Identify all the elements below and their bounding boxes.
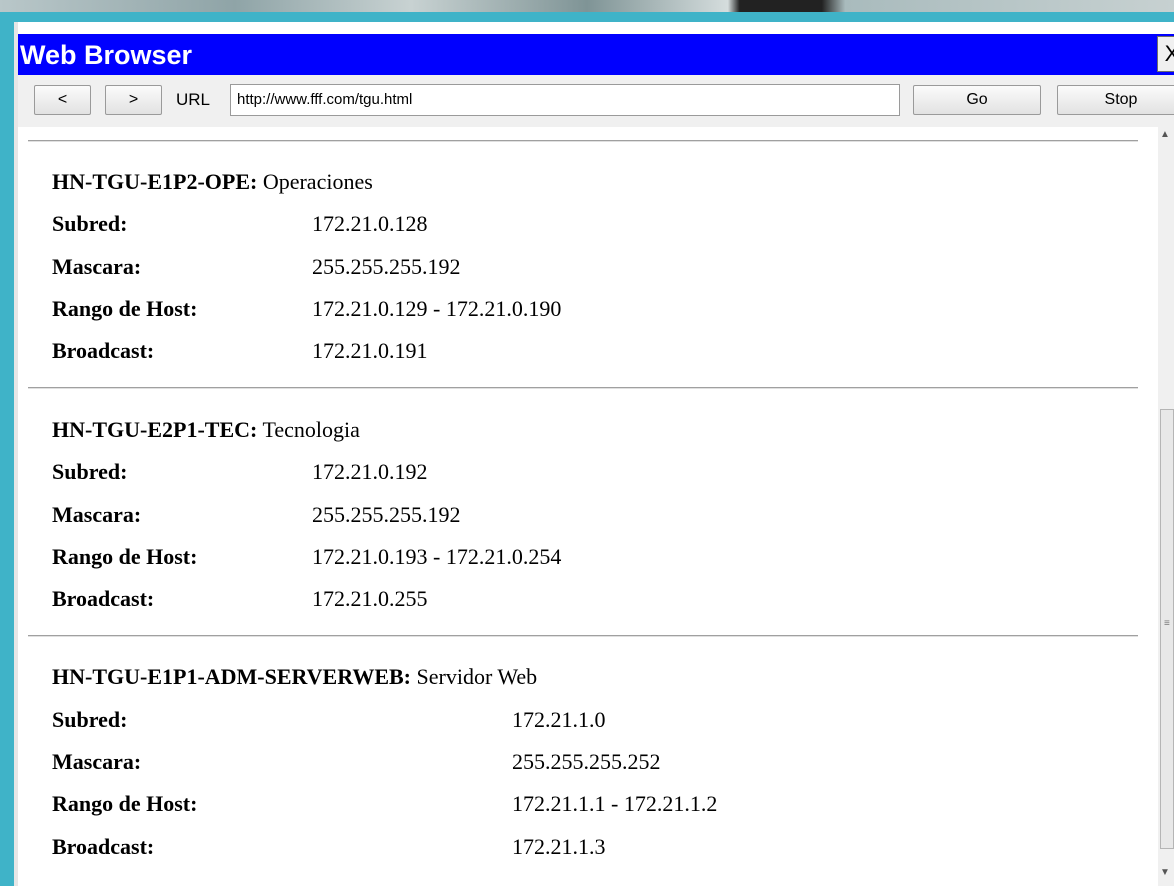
back-button[interactable]: < xyxy=(34,85,91,115)
url-label: URL xyxy=(176,90,211,109)
host-description: Tecnologia xyxy=(262,417,360,442)
go-button[interactable]: Go xyxy=(913,85,1041,115)
rango-value: 172.21.0.129 - 172.21.0.190 xyxy=(312,296,562,321)
subred-value: 172.21.0.192 xyxy=(312,459,428,484)
info-row: Broadcast: 172.21.0.255 xyxy=(52,586,428,612)
section-heading: HN-TGU-E1P2-OPE: Operaciones xyxy=(52,169,373,195)
info-row: Mascara: 255.255.255.252 xyxy=(52,749,661,775)
info-row: Rango de Host: 172.21.0.193 - 172.21.0.2… xyxy=(52,544,561,570)
info-row: Subred: 172.21.1.0 xyxy=(52,707,606,733)
mascara-value: 255.255.255.252 xyxy=(512,749,661,774)
title-bar[interactable]: Web Browser X xyxy=(18,34,1174,75)
url-input[interactable]: http://www.fff.com/tgu.html xyxy=(230,84,900,116)
mascara-label: Mascara: xyxy=(52,254,142,279)
subred-label: Subred: xyxy=(52,211,128,236)
host-description: Servidor Web xyxy=(416,664,538,689)
info-row: Mascara: 255.255.255.192 xyxy=(52,254,461,280)
stop-button[interactable]: Stop xyxy=(1057,85,1174,115)
rango-label: Rango de Host: xyxy=(52,544,198,569)
section-heading: HN-TGU-E1P1-ADM-SERVERWEB: Servidor Web xyxy=(52,664,537,690)
mascara-label: Mascara: xyxy=(52,502,142,527)
subred-value: 172.21.0.128 xyxy=(312,211,428,236)
rango-value: 172.21.1.1 - 172.21.1.2 xyxy=(512,791,718,816)
mascara-value: 255.255.255.192 xyxy=(312,254,461,279)
separator xyxy=(28,635,1138,637)
broadcast-value: 172.21.0.191 xyxy=(312,338,428,363)
scroll-grip-icon: ≡ xyxy=(1164,618,1170,629)
scroll-up-arrow-icon[interactable]: ▲ xyxy=(1160,129,1170,140)
section-heading: HN-TGU-E2P1-TEC: Tecnologia xyxy=(52,417,360,443)
broadcast-label: Broadcast: xyxy=(52,586,155,611)
info-row: Mascara: 255.255.255.192 xyxy=(52,502,461,528)
broadcast-label: Broadcast: xyxy=(52,834,155,859)
subred-label: Subred: xyxy=(52,707,128,732)
page-content: HN-TGU-E1P2-OPE: Operaciones Subred: 172… xyxy=(18,127,1158,886)
scroll-thumb[interactable]: ≡ xyxy=(1160,409,1174,849)
broadcast-label: Broadcast: xyxy=(52,338,155,363)
rango-value: 172.21.0.193 - 172.21.0.254 xyxy=(312,544,562,569)
subred-value: 172.21.1.0 xyxy=(512,707,606,732)
info-row: Rango de Host: 172.21.1.1 - 172.21.1.2 xyxy=(52,791,717,817)
vertical-scrollbar[interactable]: ▲ ≡ ▼ xyxy=(1158,127,1174,886)
info-row: Subred: 172.21.0.192 xyxy=(52,459,428,485)
mascara-label: Mascara: xyxy=(52,749,142,774)
separator xyxy=(28,140,1138,142)
close-button[interactable]: X xyxy=(1157,36,1174,72)
info-row: Broadcast: 172.21.0.191 xyxy=(52,338,428,364)
separator xyxy=(28,387,1138,389)
forward-button[interactable]: > xyxy=(105,85,162,115)
window-title: Web Browser xyxy=(20,40,193,70)
scroll-down-arrow-icon[interactable]: ▼ xyxy=(1160,867,1170,878)
info-row: Rango de Host: 172.21.0.129 - 172.21.0.1… xyxy=(52,296,561,322)
host-name: HN-TGU-E1P2-OPE: xyxy=(52,169,258,194)
broadcast-value: 172.21.1.3 xyxy=(512,834,606,859)
subred-label: Subred: xyxy=(52,459,128,484)
host-name: HN-TGU-E2P1-TEC: xyxy=(52,417,258,442)
broadcast-value: 172.21.0.255 xyxy=(312,586,428,611)
host-name: HN-TGU-E1P1-ADM-SERVERWEB: xyxy=(52,664,412,689)
mascara-value: 255.255.255.192 xyxy=(312,502,461,527)
info-row: Subred: 172.21.0.128 xyxy=(52,211,428,237)
rango-label: Rango de Host: xyxy=(52,791,198,816)
info-row: Broadcast: 172.21.1.3 xyxy=(52,834,606,860)
browser-toolbar: < > URL http://www.fff.com/tgu.html Go S… xyxy=(18,75,1174,127)
host-description: Operaciones xyxy=(262,169,373,194)
rango-label: Rango de Host: xyxy=(52,296,198,321)
screen: Web Browser X < > URL http://www.fff.com… xyxy=(0,0,1174,886)
